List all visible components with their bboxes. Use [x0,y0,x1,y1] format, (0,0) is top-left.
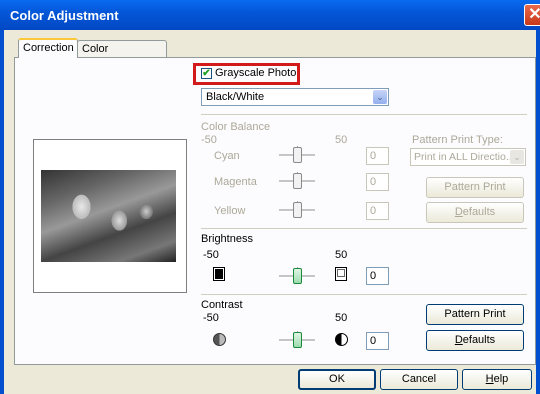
close-button[interactable]: ✕ [524,4,540,26]
pattern-print-type-select[interactable]: Print in ALL Directio... ⌄ [410,148,526,166]
help-accel: H [485,373,494,385]
defaults-button-disabled[interactable]: Defaults [426,202,524,223]
contrast-max-label: 50 [335,312,348,324]
help-button[interactable]: Help [462,369,532,390]
preview-photo [41,170,176,262]
defaults-label-rest: efaults [462,334,496,346]
chevron-down-icon: ⌄ [373,90,387,104]
color-balance-max-label: 50 [335,134,348,146]
help-label-rest: elp [493,373,509,385]
magenta-value-field[interactable]: 0 [366,173,389,191]
chevron-down-icon: ⌄ [510,150,524,164]
ok-button[interactable]: OK [298,369,376,390]
brightness-min-label: -50 [203,249,219,261]
grayscale-checkbox[interactable]: ✔ [201,68,212,79]
high-contrast-icon [335,333,348,346]
pattern-print-button[interactable]: Pattern Print [426,304,524,325]
pattern-print-button-disabled[interactable]: Pattern Print [426,177,524,198]
yellow-label: Yellow [214,205,246,217]
defaults-label-rest: efaults [462,206,496,218]
check-icon: ✔ [202,68,211,79]
brightness-slider-thumb[interactable] [293,268,302,284]
color-balance-min-label: -50 [201,134,217,146]
mode-select[interactable]: Black/White ⌄ [201,88,389,106]
cyan-label: Cyan [214,150,240,162]
magenta-label: Magenta [214,176,257,188]
brightness-max-label: 50 [335,249,348,261]
dark-brightness-icon [213,267,225,281]
brightness-value-field[interactable]: 0 [366,267,389,285]
low-contrast-icon [213,333,226,346]
pattern-print-type-label: Pattern Print Type: [412,134,503,146]
pattern-print-type-value: Print in ALL Directio... [414,151,515,163]
yellow-slider-thumb[interactable] [293,202,302,218]
separator [201,294,527,295]
yellow-value-field[interactable]: 0 [366,202,389,220]
window-title: Color Adjustment [10,8,119,23]
tab-correction-label: Correction [23,42,74,54]
contrast-value-field[interactable]: 0 [366,332,389,350]
window-frame-right [536,30,540,394]
defaults-button[interactable]: Defaults [426,330,524,351]
contrast-slider-thumb[interactable] [293,332,302,348]
contrast-min-label: -50 [203,312,219,324]
defaults-accel: D [454,334,463,346]
cancel-button[interactable]: Cancel [380,369,458,390]
grayscale-label[interactable]: Grayscale Photo [215,67,296,79]
cyan-value-field[interactable]: 0 [366,147,389,165]
contrast-heading: Contrast [201,299,243,311]
separator [201,228,527,229]
defaults-accel: D [454,206,463,218]
separator [201,114,527,115]
mode-select-value: Black/White [206,91,265,103]
tab-correction[interactable]: Correction [18,38,78,58]
cyan-slider-thumb[interactable] [293,147,302,163]
magenta-slider-thumb[interactable] [293,173,302,189]
tab-color-management[interactable]: Color Management [77,40,167,71]
close-icon: ✕ [528,6,540,23]
light-brightness-icon [335,267,347,281]
brightness-heading: Brightness [201,233,253,245]
color-balance-heading: Color Balance [201,121,271,133]
